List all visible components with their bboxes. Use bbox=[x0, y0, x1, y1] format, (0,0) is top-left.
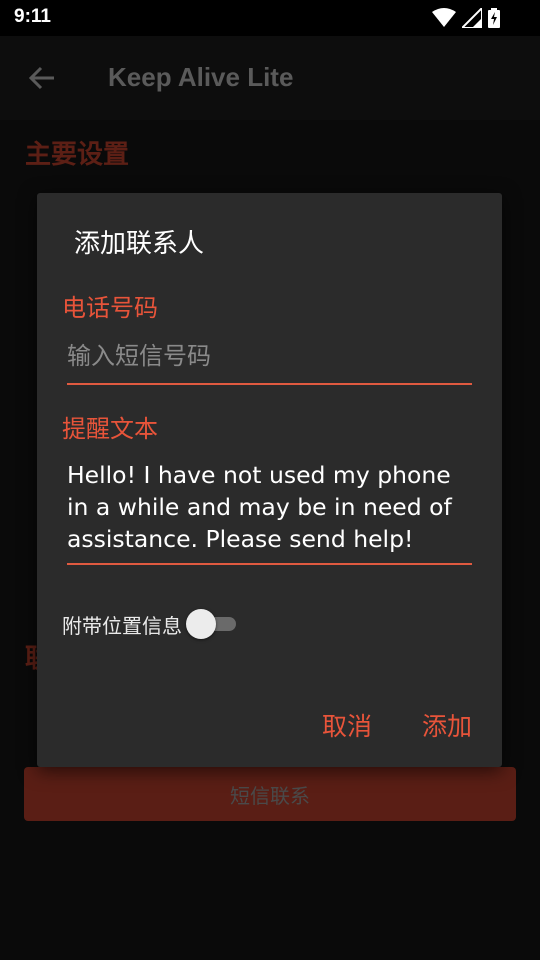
wifi-icon bbox=[432, 8, 456, 28]
reminder-text-input[interactable]: Hello! I have not used my phone in a whi… bbox=[67, 459, 472, 555]
app-bar: Keep Alive Lite bbox=[0, 36, 540, 120]
dialog-actions: 取消 添加 bbox=[322, 707, 472, 743]
cellular-signal-icon bbox=[462, 8, 482, 28]
cancel-button[interactable]: 取消 bbox=[322, 707, 372, 743]
dialog-title: 添加联系人 bbox=[74, 229, 205, 259]
status-time: 9:11 bbox=[14, 6, 51, 27]
location-label: 附带位置信息 bbox=[62, 613, 182, 638]
location-toggle[interactable] bbox=[186, 609, 238, 639]
reminder-label: 提醒文本 bbox=[62, 415, 158, 443]
toggle-thumb bbox=[186, 609, 216, 639]
battery-charging-icon bbox=[488, 8, 500, 28]
phone-label: 电话号码 bbox=[62, 294, 158, 322]
location-row: 附带位置信息 bbox=[62, 609, 238, 639]
status-icons bbox=[432, 7, 500, 29]
add-button[interactable]: 添加 bbox=[422, 707, 472, 743]
app-title: Keep Alive Lite bbox=[108, 62, 294, 92]
section-title-main-settings: 主要设置 bbox=[25, 140, 130, 170]
arrow-back-icon[interactable] bbox=[28, 64, 56, 96]
phone-field bbox=[67, 333, 472, 385]
screen: 9:11 Keep Alive Lite 主要设置 短信联系 添加联系人 电话号… bbox=[0, 0, 540, 960]
reminder-field: Hello! I have not used my phone in a whi… bbox=[67, 459, 472, 565]
status-bar: 9:11 bbox=[0, 0, 540, 36]
add-contact-dialog: 添加联系人 电话号码 提醒文本 Hello! I have not used m… bbox=[37, 193, 502, 767]
sms-contact-button[interactable]: 短信联系 bbox=[24, 767, 516, 821]
phone-input[interactable] bbox=[67, 333, 472, 379]
